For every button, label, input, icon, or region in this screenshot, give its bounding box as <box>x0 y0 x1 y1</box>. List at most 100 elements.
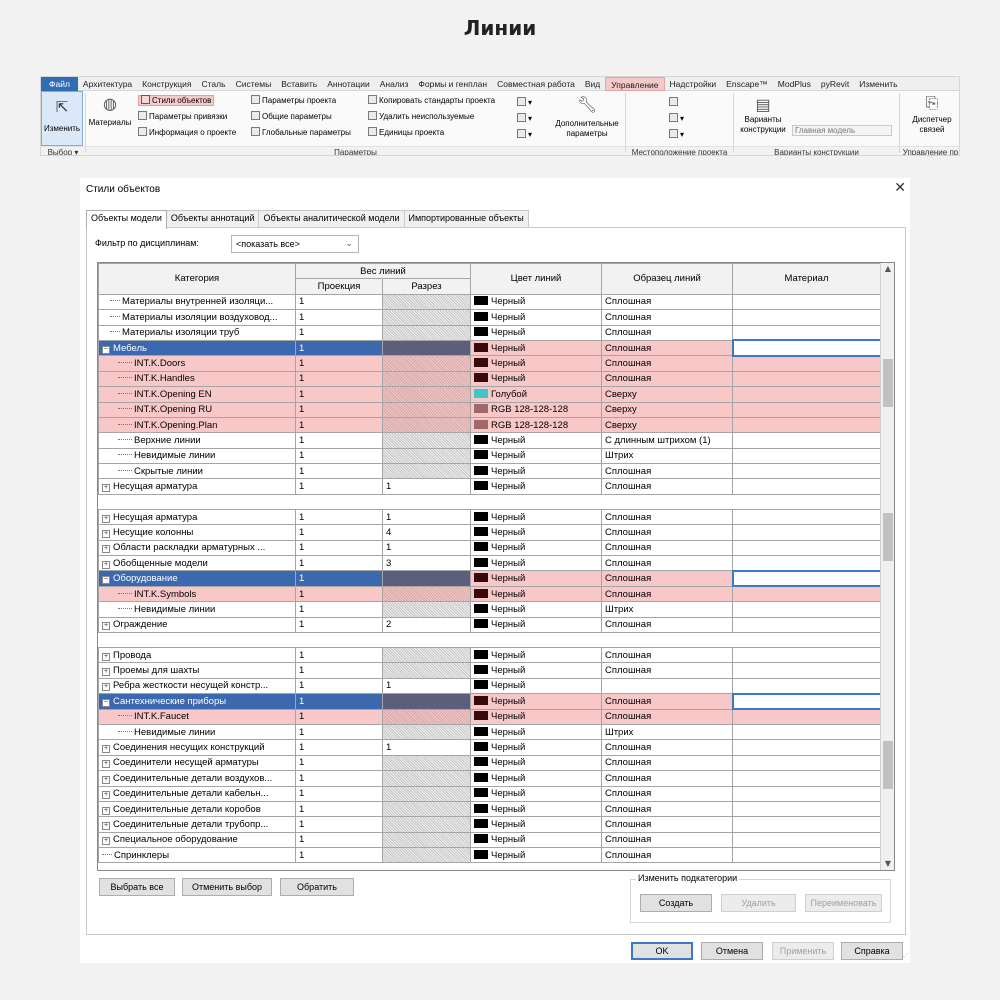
apply-button[interactable]: Применить <box>772 942 834 960</box>
material-cell[interactable] <box>732 478 881 495</box>
create-button[interactable]: Создать <box>640 894 712 912</box>
projection-weight-cell[interactable]: 1 <box>295 309 383 326</box>
ribbon-tab[interactable]: ModPlus <box>773 77 816 91</box>
cut-weight-cell[interactable] <box>382 463 471 480</box>
category-cell[interactable]: INT.K.Opening EN <box>98 386 296 403</box>
line-color-cell[interactable]: Черный <box>470 708 602 725</box>
category-cell[interactable]: + Соединительные детали воздухов... <box>98 770 296 787</box>
line-pattern-cell[interactable]: Сплошная <box>601 708 733 725</box>
line-color-cell[interactable]: Черный <box>470 662 602 679</box>
table-row[interactable]: INT.K.Faucet 1 Черный Сплошная <box>98 708 881 725</box>
cut-weight-cell[interactable] <box>382 401 471 418</box>
line-color-cell[interactable]: Черный <box>470 309 602 326</box>
scroll-up-icon[interactable]: ▲ <box>882 264 894 276</box>
line-pattern-cell[interactable]: Сплошная <box>601 616 733 633</box>
main-model-combo[interactable]: Главная модель <box>792 125 892 136</box>
line-pattern-cell[interactable]: Сверху <box>601 401 733 418</box>
projection-weight-cell[interactable]: 1 <box>295 677 383 695</box>
line-color-cell[interactable]: Черный <box>470 447 602 465</box>
line-color-cell[interactable]: Черный <box>470 539 602 557</box>
line-color-cell[interactable]: Черный <box>470 847 602 864</box>
line-color-cell[interactable]: Черный <box>470 524 602 541</box>
projection-weight-cell[interactable]: 1 <box>295 447 383 465</box>
category-cell[interactable]: + Проемы для шахты <box>98 662 296 679</box>
projection-weight-cell[interactable]: 1 <box>295 847 383 864</box>
ribbon-tab[interactable]: Вид <box>580 77 605 91</box>
col-header-material[interactable]: Материал <box>732 263 881 295</box>
shared-params-button[interactable]: Общие параметры <box>251 111 332 121</box>
line-color-cell[interactable]: Черный <box>470 831 602 849</box>
cut-weight-cell[interactable] <box>382 770 471 787</box>
line-color-cell[interactable]: Черный <box>470 555 602 572</box>
line-color-cell[interactable]: Черный <box>470 370 602 388</box>
table-row[interactable]: INT.K.Opening EN 1 Голубой Сверху <box>98 386 881 403</box>
category-cell[interactable]: Невидимые линии <box>98 447 296 465</box>
material-cell[interactable] <box>732 770 881 787</box>
table-row[interactable]: + Специальное оборудование 1 Черный Сплошная <box>98 831 881 849</box>
cut-weight-cell[interactable] <box>382 370 471 388</box>
object-styles-button[interactable]: Стили объектов <box>138 95 215 106</box>
category-cell[interactable]: + Области раскладки арматурных ... <box>98 539 296 557</box>
material-cell[interactable] <box>732 524 881 541</box>
material-cell[interactable] <box>732 416 881 434</box>
material-cell[interactable] <box>731 339 882 357</box>
material-cell[interactable] <box>731 569 882 588</box>
cut-weight-cell[interactable] <box>382 447 471 465</box>
ribbon-tab[interactable]: Изменить <box>854 77 902 91</box>
table-row[interactable]: + Несущая арматура 1 1 Черный Сплошная <box>98 478 881 495</box>
line-pattern-cell[interactable]: Штрих <box>601 601 733 618</box>
projection-weight-cell[interactable]: 1 <box>295 432 383 449</box>
cancel-button[interactable]: Отмена <box>701 942 763 960</box>
table-row[interactable]: Материалы изоляции труб 1 Черный Сплошная <box>98 324 881 341</box>
projection-weight-cell[interactable]: 1 <box>295 693 383 710</box>
material-cell[interactable] <box>732 800 881 818</box>
expand-icon[interactable]: + <box>102 791 110 800</box>
cut-weight-cell[interactable] <box>382 847 471 864</box>
material-cell[interactable] <box>732 754 881 772</box>
material-cell[interactable] <box>732 309 881 326</box>
cut-weight-cell[interactable] <box>382 662 471 679</box>
line-pattern-cell[interactable]: Сплошная <box>601 800 733 818</box>
projection-weight-cell[interactable]: 1 <box>295 723 383 741</box>
category-cell[interactable]: INT.K.Opening.Plan <box>98 416 296 434</box>
projection-weight-cell[interactable]: 1 <box>295 708 383 725</box>
expand-icon[interactable]: + <box>102 760 110 769</box>
projection-weight-cell[interactable]: 1 <box>295 339 383 357</box>
line-pattern-cell[interactable]: Сплошная <box>601 539 733 557</box>
line-pattern-cell[interactable]: Штрих <box>601 723 733 741</box>
category-cell[interactable]: INT.K.Symbols <box>98 585 296 603</box>
col-header-category[interactable]: Категория <box>98 263 296 295</box>
material-cell[interactable] <box>732 816 881 833</box>
projection-weight-cell[interactable]: 1 <box>295 816 383 833</box>
projection-weight-cell[interactable]: 1 <box>295 800 383 818</box>
projection-weight-cell[interactable]: 1 <box>295 478 383 495</box>
expand-icon[interactable]: + <box>102 514 110 523</box>
expand-icon[interactable]: + <box>102 560 110 569</box>
material-cell[interactable] <box>732 677 881 695</box>
category-cell[interactable]: INT.K.Handles <box>98 370 296 388</box>
scroll-thumb[interactable] <box>883 741 893 789</box>
material-cell[interactable] <box>732 432 881 449</box>
table-row[interactable]: + Соединительные детали трубопр... 1 Черный… <box>98 816 881 833</box>
expand-icon[interactable]: + <box>102 652 110 661</box>
line-color-cell[interactable]: Черный <box>470 508 602 526</box>
table-row[interactable]: − Мебель 1 Черный Сплошная <box>98 339 882 357</box>
category-cell[interactable]: + Соединители несущей арматуры <box>98 754 296 772</box>
expand-icon[interactable]: + <box>102 545 110 554</box>
projection-weight-cell[interactable]: 1 <box>295 508 383 526</box>
category-cell[interactable]: − Оборудование <box>98 570 296 587</box>
category-cell[interactable]: Спринклеры <box>98 847 296 864</box>
design-options-button[interactable]: ▤ Варианты конструкции <box>737 95 789 135</box>
line-pattern-cell[interactable]: Сплошная <box>601 662 733 679</box>
snaps-button[interactable]: Параметры привязки <box>138 111 227 121</box>
material-cell[interactable] <box>731 692 882 711</box>
table-row[interactable]: + Соединительные детали коробов 1 Черный Спл… <box>98 800 881 818</box>
expand-icon[interactable]: + <box>102 683 110 692</box>
ribbon-tab[interactable]: Надстройки <box>665 77 722 91</box>
projection-weight-cell[interactable]: 1 <box>295 293 383 311</box>
projection-weight-cell[interactable]: 1 <box>295 324 383 341</box>
projection-weight-cell[interactable]: 1 <box>295 463 383 480</box>
line-pattern-cell[interactable]: Сплошная <box>601 570 733 587</box>
panel-select[interactable]: Выбор ▾ <box>41 146 85 155</box>
cut-weight-cell[interactable] <box>382 293 471 311</box>
